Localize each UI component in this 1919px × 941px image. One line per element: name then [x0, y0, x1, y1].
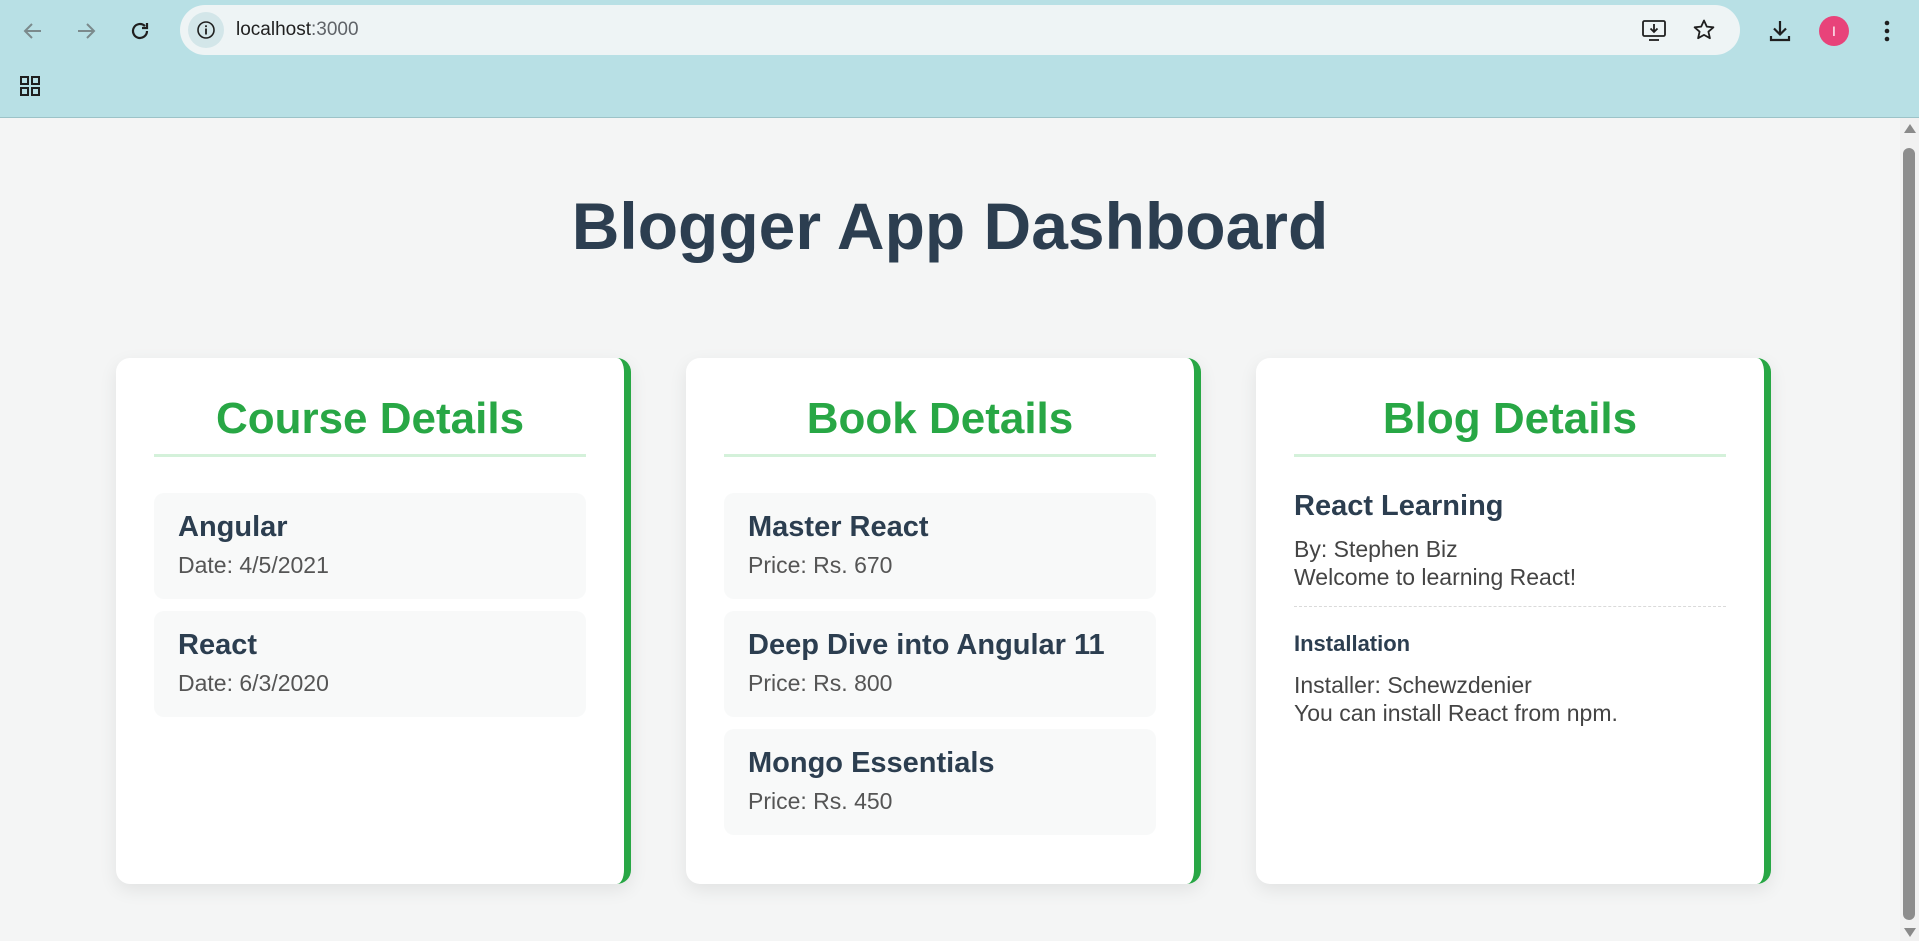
blog-entry: React Learning By: Stephen Biz Welcome t… [1294, 490, 1726, 591]
blog-title: Installation [1294, 631, 1411, 656]
book-item: Master React Price: Rs. 670 [724, 493, 1156, 599]
book-item: Deep Dive into Angular 11 Price: Rs. 800 [724, 611, 1156, 717]
scroll-down-arrow-icon[interactable] [1904, 928, 1916, 937]
bookmark-star-icon[interactable] [1690, 16, 1718, 44]
install-app-icon[interactable] [1640, 16, 1668, 44]
reload-button[interactable] [121, 12, 159, 50]
url-text[interactable]: localhost:3000 [236, 19, 359, 41]
course-date: Date: 4/5/2021 [178, 552, 329, 578]
downloads-button[interactable] [1761, 12, 1799, 50]
forward-button[interactable] [67, 12, 105, 50]
blog-divider [1294, 606, 1726, 607]
download-icon [1769, 21, 1791, 42]
browser-toolbar: localhost:3000 I [0, 0, 1919, 118]
url-port: :3000 [311, 19, 359, 40]
blog-author: By: Stephen Biz [1294, 536, 1458, 562]
blog-text: Welcome to learning React! [1294, 564, 1577, 590]
course-details-card: Course Details Angular Date: 4/5/2021 Re… [116, 358, 631, 884]
book-name: Mongo Essentials [748, 747, 995, 779]
address-bar[interactable]: localhost:3000 [180, 5, 1740, 55]
profile-avatar[interactable]: I [1819, 16, 1849, 46]
course-item: React Date: 6/3/2020 [154, 611, 586, 717]
scroll-thumb[interactable] [1903, 148, 1915, 920]
site-info-icon[interactable] [188, 12, 224, 48]
blog-title: React Learning [1294, 490, 1504, 522]
blog-author: Installer: Schewzdenier [1294, 672, 1532, 698]
book-item: Mongo Essentials Price: Rs. 450 [724, 729, 1156, 835]
reload-icon [131, 22, 149, 40]
book-price: Price: Rs. 670 [748, 552, 893, 578]
back-button[interactable] [14, 12, 52, 50]
course-name: React [178, 629, 257, 661]
apps-grid-button[interactable] [14, 70, 46, 102]
course-item: Angular Date: 4/5/2021 [154, 493, 586, 599]
blog-entry: Installation Installer: Schewzdenier You… [1294, 631, 1726, 727]
blog-details-card: Blog Details React Learning By: Stephen … [1256, 358, 1771, 884]
book-details-heading: Book Details [724, 394, 1156, 457]
course-date: Date: 6/3/2020 [178, 670, 329, 696]
kebab-menu-icon [1884, 20, 1890, 42]
arrow-right-icon [78, 23, 96, 39]
arrow-left-icon [23, 23, 41, 39]
scroll-up-arrow-icon[interactable] [1904, 124, 1916, 133]
course-name: Angular [178, 511, 288, 543]
course-details-heading: Course Details [154, 394, 586, 457]
blog-details-heading: Blog Details [1294, 394, 1726, 457]
book-name: Master React [748, 511, 929, 543]
blog-text: You can install React from npm. [1294, 700, 1618, 726]
url-host: localhost [236, 19, 311, 40]
browser-menu-button[interactable] [1868, 12, 1906, 50]
page-title: Blogger App Dashboard [571, 189, 1329, 263]
apps-grid-icon [20, 76, 40, 96]
book-price: Price: Rs. 800 [748, 670, 893, 696]
page-scrollbar[interactable] [1900, 118, 1919, 941]
book-price: Price: Rs. 450 [748, 788, 893, 814]
book-details-card: Book Details Master React Price: Rs. 670… [686, 358, 1201, 884]
book-name: Deep Dive into Angular 11 [748, 629, 1105, 661]
